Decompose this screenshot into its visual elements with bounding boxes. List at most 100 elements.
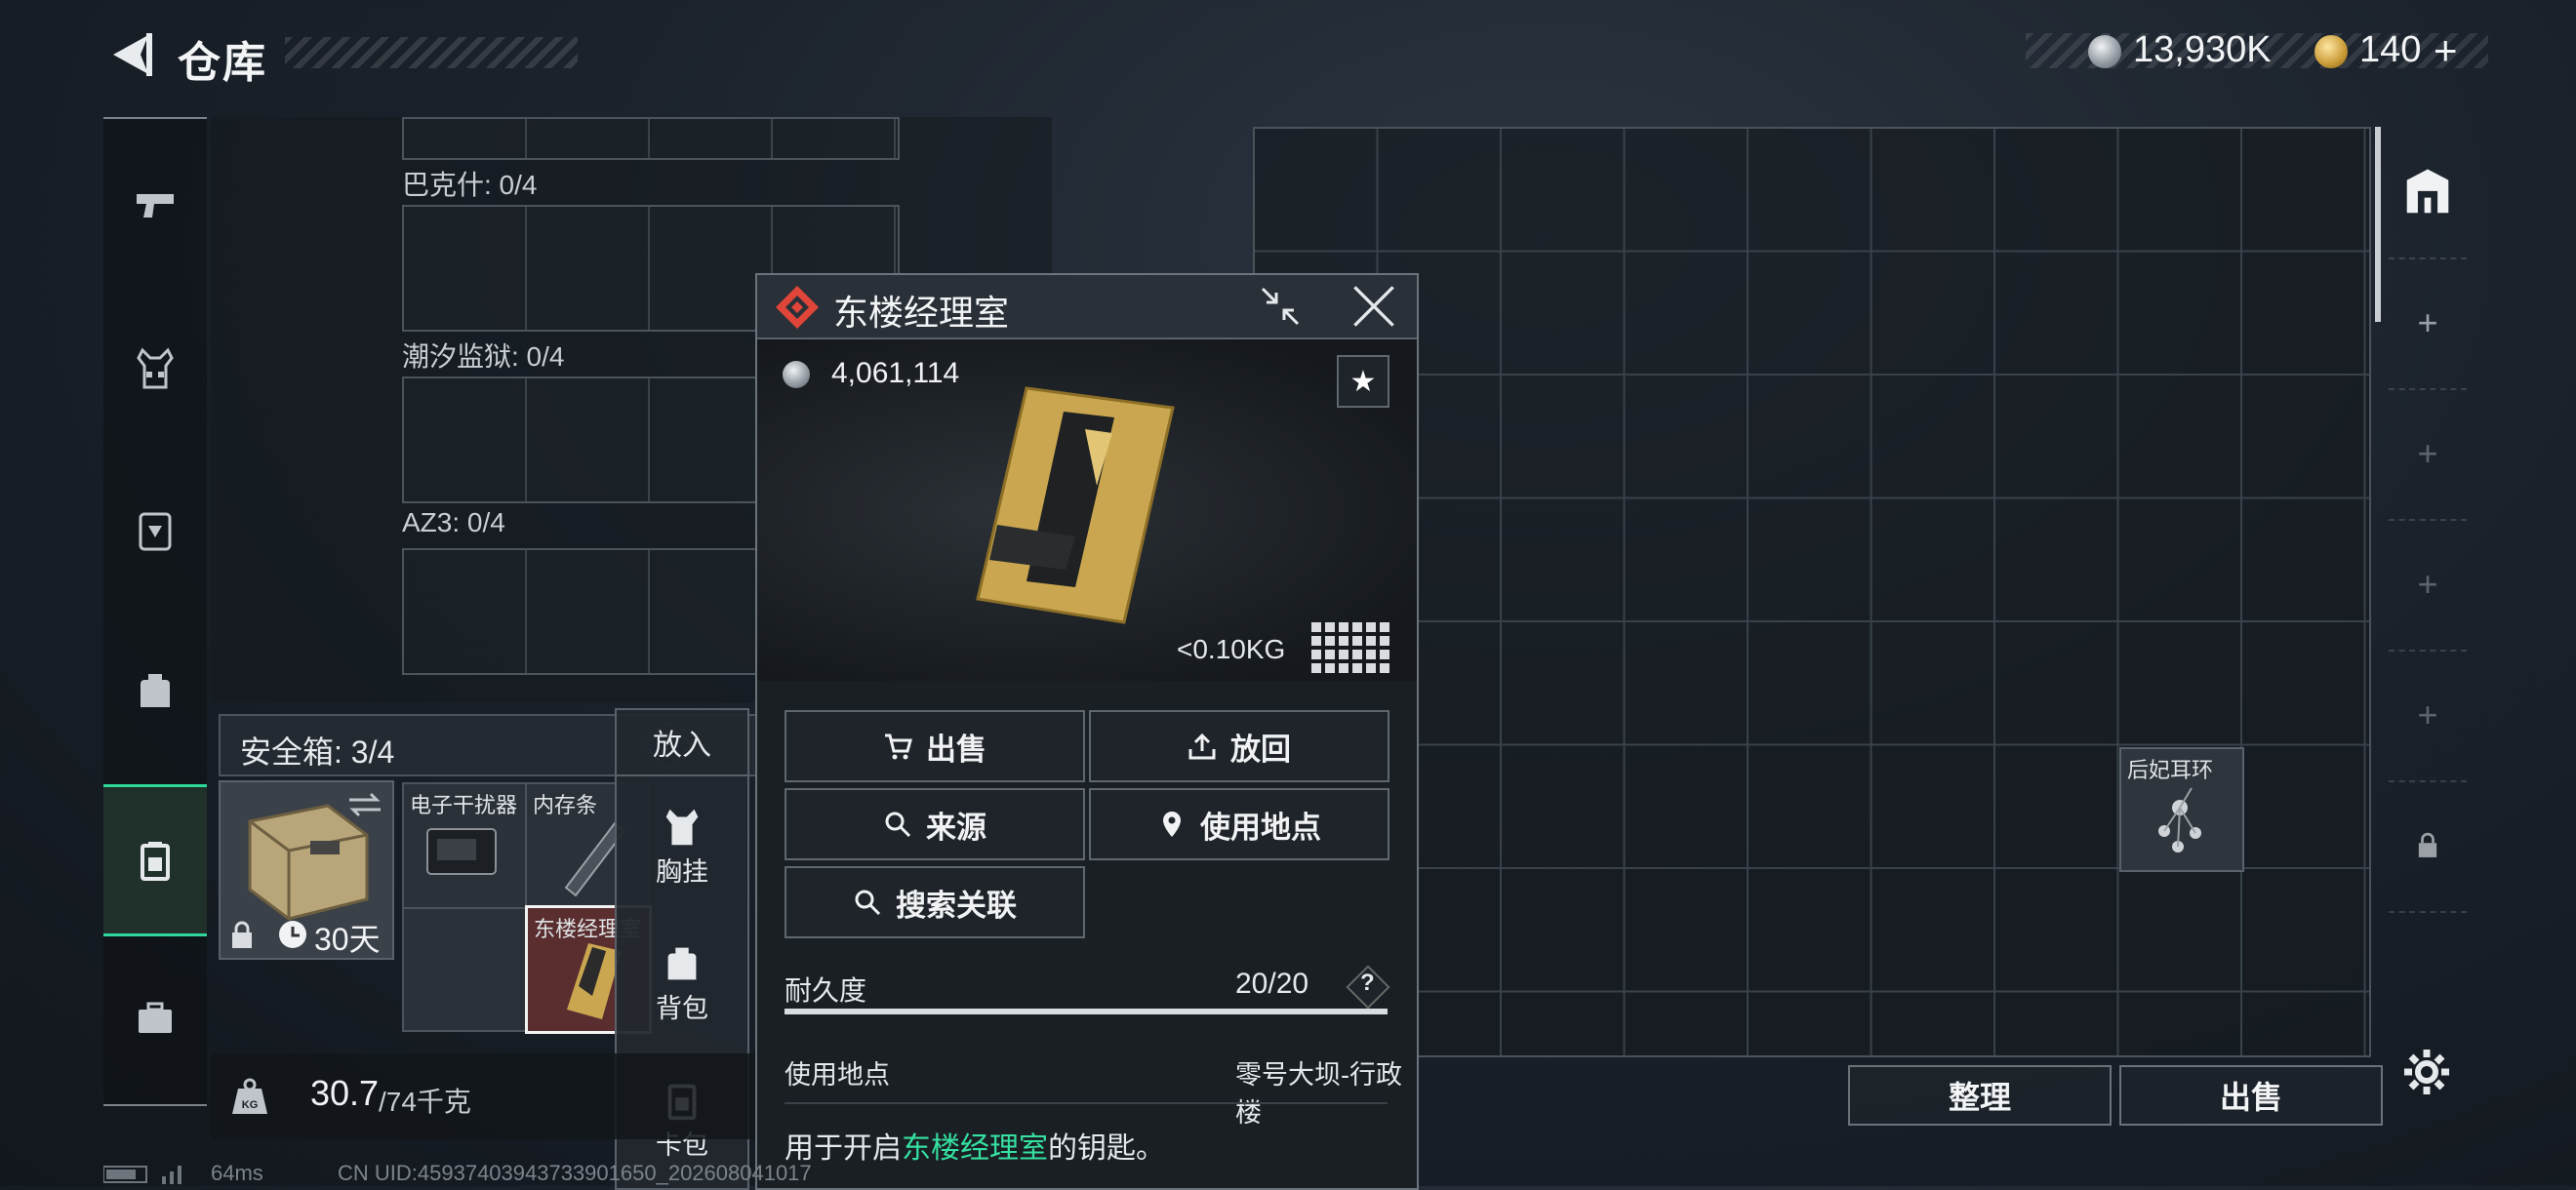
gold-topup-button[interactable]: + [2434, 27, 2458, 74]
weight-icon-text: KG [242, 1099, 259, 1111]
stash-page-sidebar: + + + + [2389, 127, 2467, 1053]
item-description: 用于开启东楼经理室的钥匙。 [785, 1124, 1165, 1167]
sell-button[interactable]: 出售 [785, 710, 1085, 782]
return-button[interactable]: 放回 [1089, 710, 1389, 782]
stash-page-add[interactable]: + [2389, 388, 2467, 521]
item-preview: 4,061,114 ★ <0.10KG [757, 339, 1417, 681]
back-button[interactable] [105, 29, 154, 80]
stash-page-main[interactable] [2389, 127, 2467, 259]
vault-icon [2406, 169, 2449, 214]
weight-max: /74千克 [379, 1087, 471, 1117]
signal-battery-icon [103, 1166, 181, 1184]
weight-current: 30.7 [310, 1073, 380, 1113]
weight-bar: KG 30.7 /74千克 [211, 1053, 796, 1139]
toolbox-icon [139, 1002, 172, 1033]
close-icon[interactable] [1350, 283, 1397, 330]
clock-icon [279, 921, 306, 948]
button-label: 放回 [1230, 732, 1291, 767]
safebox-capacity: 安全箱: 3/4 [240, 734, 395, 770]
stash-grid[interactable] [1253, 127, 2371, 1057]
item-weight: <0.10KG [1177, 634, 1286, 664]
item-detail-popup: 东楼经理室 4,061,114 ★ <0.10KG 出售 放回 来源 使用地点 … [755, 273, 1419, 1190]
durability-label: 耐久度 [785, 975, 867, 1006]
durability-bar-fill [785, 1009, 1388, 1014]
safebox-empty-slot[interactable] [402, 907, 527, 1032]
description-highlight[interactable]: 东楼经理室 [902, 1132, 1048, 1165]
gold-currency-amount: 140 [2359, 29, 2422, 70]
source-button[interactable]: 来源 [785, 788, 1085, 860]
back-arrow-icon [113, 33, 152, 76]
nav-armor[interactable] [103, 472, 207, 589]
earring-icon [2158, 787, 2201, 853]
use-location-button[interactable]: 使用地点 [1089, 788, 1389, 860]
vest-icon [137, 347, 174, 389]
plus-icon: + [2417, 694, 2438, 734]
button-label: 搜索关联 [896, 888, 1017, 923]
silver-coin-icon [783, 361, 810, 388]
popup-item-title: 东楼经理室 [833, 293, 1010, 333]
stash-item-earring[interactable]: 后妃耳环 [2119, 747, 2244, 872]
stash-scrollbar[interactable] [2375, 127, 2381, 322]
plus-icon: + [2417, 433, 2438, 473]
title-decoration [285, 37, 578, 68]
help-text: ? [1360, 970, 1375, 996]
nav-vest[interactable] [103, 310, 207, 427]
page-title: 仓库 [178, 39, 267, 87]
divider [785, 1102, 1388, 1104]
durability-bar-track [785, 1009, 1388, 1014]
grid-size-icon [1311, 622, 1389, 673]
favorite-star-icon[interactable]: ★ [1337, 355, 1389, 408]
keycard-image [976, 386, 1175, 624]
location-pin-icon [1163, 812, 1181, 837]
plus-icon: + [2417, 302, 2438, 342]
use-location-label: 使用地点 [785, 1060, 890, 1090]
nav-weapons[interactable] [103, 146, 207, 263]
swap-icon[interactable] [345, 790, 384, 819]
search-icon [885, 812, 911, 838]
nav-toolbox[interactable] [103, 960, 207, 1077]
button-label: 使用地点 [1200, 810, 1321, 845]
stash-page-add[interactable]: + [2389, 650, 2467, 782]
nav-safebox[interactable] [103, 784, 207, 936]
safebox-duration: 30天 [314, 922, 381, 957]
lock-icon [232, 921, 252, 948]
popup-header: 东楼经理室 [757, 275, 1417, 339]
stash-page-add[interactable]: + [2389, 258, 2467, 390]
category-sidebar [103, 117, 207, 1106]
jammer-icon [426, 828, 497, 875]
backpack-icon [141, 674, 170, 707]
silver-coin-icon [2088, 35, 2121, 68]
slot-grid-top[interactable] [402, 117, 900, 160]
settings-gear-icon[interactable] [2402, 1048, 2451, 1096]
put-in-vest[interactable]: 胸挂 [617, 804, 747, 889]
safebox-item-jammer[interactable]: 电子干扰器 [402, 782, 527, 909]
pistol-icon [137, 194, 174, 218]
search-related-button[interactable]: 搜索关联 [785, 866, 1085, 938]
rarity-diamond-icon [776, 286, 819, 329]
ping-indicator: 64ms [211, 1161, 263, 1185]
put-in-backpack[interactable]: 背包 [617, 940, 747, 1025]
search-icon [855, 890, 881, 916]
use-location-value: 零号大坝-行政楼 [1235, 1060, 1402, 1128]
backpack-icon [667, 947, 697, 980]
nav-backpack[interactable] [103, 632, 207, 749]
put-in-label: 背包 [656, 994, 708, 1023]
vest-icon [665, 809, 699, 846]
stash-page-locked[interactable] [2389, 780, 2467, 913]
safebox-container-slot[interactable]: 30天 [219, 780, 394, 960]
silver-currency-amount: 13,930K [2133, 29, 2272, 70]
put-in-title: 放入 [617, 710, 747, 776]
armor-icon [139, 512, 172, 551]
plus-icon: + [2417, 564, 2438, 604]
collapse-icon[interactable] [1259, 285, 1302, 328]
item-price: 4,061,114 [831, 357, 960, 389]
slot-group-label: AZ3: 0/4 [402, 507, 505, 537]
organize-button[interactable]: 整理 [1848, 1065, 2112, 1126]
stash-page-add[interactable]: + [2389, 519, 2467, 652]
slot-group-label: 巴克什: 0/4 [402, 170, 538, 200]
user-uid: CN UID:4593740394373390165​0_20260804101… [338, 1161, 812, 1185]
button-label: 出售 [926, 732, 986, 767]
lock-icon [2418, 832, 2437, 857]
sell-all-button[interactable]: 出售 [2119, 1065, 2383, 1126]
button-label: 来源 [926, 810, 986, 845]
